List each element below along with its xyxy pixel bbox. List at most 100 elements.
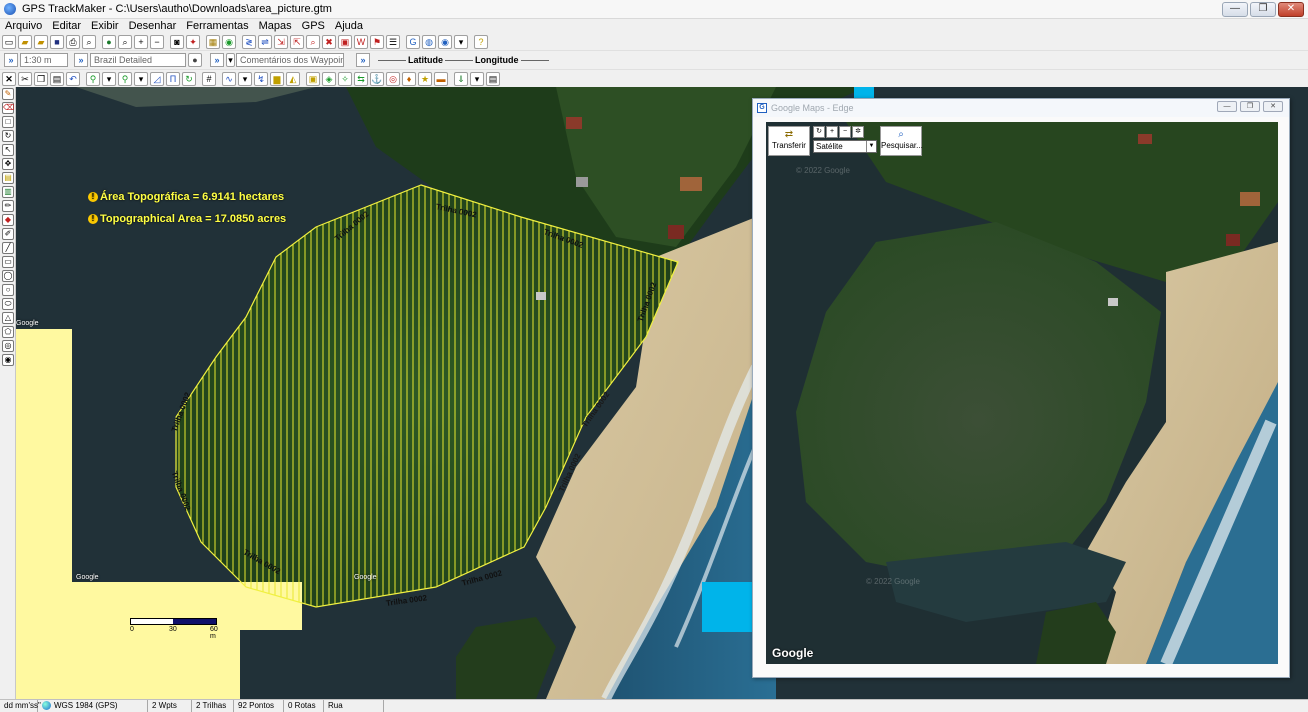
track-tool-icon[interactable]: ≷ [242, 34, 256, 49]
circle-icon[interactable]: ○ [2, 284, 14, 296]
map-color-icon[interactable]: ● [188, 53, 202, 67]
point-icon[interactable]: ◉ [2, 354, 14, 366]
minimize-button[interactable]: — [1222, 2, 1248, 17]
move-icon[interactable]: ✥ [2, 158, 14, 170]
flag-icon[interactable]: ⚑ [370, 34, 384, 49]
delete-icon[interactable]: ✕ [2, 71, 16, 86]
save-icon[interactable]: ■ [50, 34, 64, 49]
close-button[interactable]: ✕ [1278, 2, 1304, 17]
clear-track-icon[interactable]: ✖ [322, 34, 336, 49]
lock-icon[interactable]: ▣ [306, 71, 320, 86]
datum-status[interactable]: WGS 1984 (GPS) [38, 700, 148, 712]
maximize-button[interactable]: ❐ [1250, 2, 1276, 17]
pen-tool-icon[interactable]: ✎ [2, 88, 14, 100]
menu-arquivo[interactable]: Arquivo [0, 19, 47, 33]
route-tool-icon[interactable]: ⇌ [258, 34, 272, 49]
help-icon[interactable]: ? [474, 34, 488, 49]
menu-editar[interactable]: Editar [47, 19, 86, 33]
list-icon[interactable]: ☰ [386, 34, 400, 49]
properties-icon[interactable]: ▤ [486, 71, 500, 86]
layer-group-icon[interactable]: ▥ [2, 186, 14, 198]
google-maps-icon[interactable]: G [406, 34, 420, 49]
copy-icon[interactable]: ❐ [34, 71, 48, 86]
line-icon[interactable]: ╱ [2, 242, 14, 254]
highlight-icon[interactable]: ▆ [270, 71, 284, 86]
menu-desenhar[interactable]: Desenhar [124, 19, 182, 33]
star-icon[interactable]: ★ [418, 71, 432, 86]
cut-icon[interactable]: ✂ [18, 71, 32, 86]
oval-icon[interactable]: ⬭ [2, 298, 14, 310]
menu-gps[interactable]: GPS [297, 19, 330, 33]
rectangle-select-icon[interactable]: □ [2, 116, 14, 128]
track-tools-icon[interactable]: ⚲ [118, 71, 132, 86]
waypoint-tools-icon[interactable]: ⚲ [86, 71, 100, 86]
google-maps-satellite-view[interactable]: ⇄ Transferir ↻ + − ✲ Satélite ▼ ⌕ Pesqui… [766, 122, 1278, 664]
gm-close-button[interactable]: ✕ [1263, 101, 1283, 112]
line-style-icon[interactable]: ∿ [222, 71, 236, 86]
camera-icon[interactable]: ◙ [170, 34, 184, 49]
track-dropdown-icon[interactable]: ▾ [134, 71, 148, 86]
statistics-icon[interactable]: Π [166, 71, 180, 86]
gm-minimize-button[interactable]: — [1217, 101, 1237, 112]
zoom-icon[interactable]: ⌕ [118, 34, 132, 49]
altitude-profile-icon[interactable]: ◿ [150, 71, 164, 86]
bookmark-icon[interactable]: ♦ [402, 71, 416, 86]
triangle-icon[interactable]: △ [2, 312, 14, 324]
coordinate-arrow-button[interactable]: » [356, 53, 370, 67]
menu-ajuda[interactable]: Ajuda [330, 19, 368, 33]
gps-device-icon[interactable]: ◈ [322, 71, 336, 86]
anchor-icon[interactable]: ⚓ [370, 71, 384, 86]
paint-icon[interactable]: ◆ [2, 214, 14, 226]
map-name-field[interactable]: Brazil Detailed [90, 53, 186, 67]
car-icon[interactable]: ▣ [338, 34, 352, 49]
refresh-icon[interactable]: ↻ [813, 126, 825, 138]
rect-shape-icon[interactable]: ▭ [2, 256, 14, 268]
menu-exibir[interactable]: Exibir [86, 19, 124, 33]
download-dropdown-icon[interactable]: ▾ [470, 71, 484, 86]
open-folder-icon[interactable]: ▰ [18, 34, 32, 49]
new-file-icon[interactable]: ▭ [2, 34, 16, 49]
gm-maximize-button[interactable]: ❐ [1240, 101, 1260, 112]
pointer-icon[interactable]: ↖ [2, 144, 14, 156]
print-icon[interactable]: ⎙ [66, 34, 80, 49]
download-gps-icon[interactable]: ⇓ [454, 71, 468, 86]
map-scale-field[interactable]: 1:30 m [20, 53, 68, 67]
area-polygon-icon[interactable]: ◭ [286, 71, 300, 86]
menu-mapas[interactable]: Mapas [254, 19, 297, 33]
measure-icon[interactable]: ↯ [254, 71, 268, 86]
line-style-dropdown-icon[interactable]: ▾ [238, 71, 252, 86]
earth-icon[interactable]: ◉ [438, 34, 452, 49]
pencil-icon[interactable]: ✏ [2, 200, 14, 212]
waypoint-comment-arrow-button[interactable]: » [210, 53, 224, 67]
zoom-in-icon[interactable]: + [826, 126, 838, 138]
comments-dropdown-icon[interactable]: ▾ [226, 53, 235, 67]
waypoint-comments-field[interactable]: Comentários dos Waypoints [236, 53, 344, 67]
transfer-button[interactable]: ⇄ Transferir [768, 126, 810, 156]
navigate-icon[interactable]: ⇆ [354, 71, 368, 86]
layer-icon[interactable]: ▤ [2, 172, 14, 184]
waypoint-dropdown-icon[interactable]: ▾ [102, 71, 116, 86]
paste-icon[interactable]: ▤ [50, 71, 64, 86]
satellite-globe-icon[interactable]: ◉ [222, 34, 236, 49]
coordinate-format[interactable]: dd mm'ss" [0, 700, 41, 712]
zoom-out-icon[interactable]: − [839, 126, 851, 138]
pentagon-icon[interactable]: ⬠ [2, 326, 14, 338]
search-map-icon[interactable]: ⌕ [306, 34, 320, 49]
search-button[interactable]: ⌕ Pesquisar... [880, 126, 923, 156]
settings-icon[interactable]: ✲ [852, 126, 864, 138]
target-icon[interactable]: ◎ [386, 71, 400, 86]
scale-arrow-button[interactable]: » [4, 53, 18, 67]
map-select-arrow-button[interactable]: » [74, 53, 88, 67]
brush-icon[interactable]: ✐ [2, 228, 14, 240]
map-type-select[interactable]: Satélite ▼ [813, 140, 877, 153]
dropdown-arrow-icon[interactable]: ▾ [454, 34, 468, 49]
gps-send-icon[interactable]: ⇱ [290, 34, 304, 49]
undo-icon[interactable]: ↶ [66, 71, 80, 86]
zoom-out-icon[interactable]: − [150, 34, 164, 49]
number-tool-icon[interactable]: # [202, 71, 216, 86]
gps-receive-icon[interactable]: ⇲ [274, 34, 288, 49]
filter-icon[interactable]: W [354, 34, 368, 49]
refresh-icon[interactable]: ↻ [182, 71, 196, 86]
vehicle-icon[interactable]: ▬ [434, 71, 448, 86]
ellipse-icon[interactable]: ◯ [2, 270, 14, 282]
